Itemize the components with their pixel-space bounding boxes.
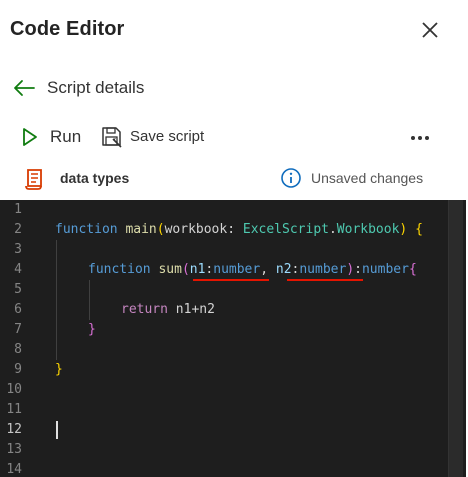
line-number: 10 [6, 382, 22, 397]
code-line: 8 [0, 340, 448, 360]
back-button[interactable]: Script details [0, 72, 300, 104]
code-line: 14 [0, 460, 448, 477]
play-icon [23, 128, 37, 146]
more-options-button[interactable] [406, 124, 434, 150]
save-script-button[interactable]: Save script [98, 124, 218, 150]
code-text: function main(workbook: ExcelScript.Work… [55, 222, 423, 237]
line-number: 6 [14, 302, 22, 317]
close-icon [422, 22, 438, 38]
code-line: 2 function main(workbook: ExcelScript.Wo… [0, 220, 448, 240]
code-line: 9 } [0, 360, 448, 380]
code-line: 7 } [0, 320, 448, 340]
code-line: 4 function sum(n1:number, n2:number):num… [0, 260, 448, 281]
save-icon [102, 127, 122, 148]
more-icon [411, 136, 429, 140]
line-number: 5 [14, 282, 22, 297]
code-editor[interactable]: 1 2 function main(workbook: ExcelScript.… [0, 200, 466, 477]
arrow-left-icon [14, 80, 35, 96]
line-number: 4 [14, 262, 22, 277]
script-icon [25, 169, 42, 190]
unsaved-status: Unsaved changes [311, 170, 424, 186]
code-line: 5 [0, 280, 448, 300]
line-number: 13 [6, 442, 22, 457]
page-title: Code Editor [10, 18, 125, 40]
save-script-label: Save script [130, 128, 205, 145]
info-icon [281, 168, 301, 188]
script-info: data types Unsaved changes [0, 164, 468, 194]
code-line: 3 [0, 240, 448, 260]
line-number: 3 [14, 242, 22, 257]
run-button[interactable]: Run [18, 124, 88, 150]
line-number: 12 [6, 422, 22, 437]
code-text: return n1+n2 [121, 302, 215, 317]
code-line: 1 [0, 200, 448, 220]
text-cursor [56, 421, 58, 439]
code-text: function sum(n1:number, n2:number):numbe… [88, 262, 417, 277]
line-number: 1 [14, 202, 22, 217]
code-line: 10 [0, 380, 448, 400]
code-line: 11 [0, 400, 448, 420]
toolbar: Run Save script [0, 120, 468, 152]
line-number: 9 [14, 362, 22, 377]
header: Code Editor [0, 0, 468, 62]
run-label: Run [50, 127, 82, 146]
script-name: data types [60, 170, 130, 186]
line-number: 8 [14, 342, 22, 357]
code-text: } [88, 322, 96, 337]
close-button[interactable] [418, 18, 442, 42]
back-label: Script details [47, 78, 145, 97]
code-text: } [55, 362, 63, 377]
code-line-active: 12 [0, 420, 448, 440]
editor-scrollbar[interactable] [448, 200, 463, 477]
line-number: 2 [14, 222, 22, 237]
line-number: 11 [6, 402, 22, 417]
line-number: 7 [14, 322, 22, 337]
code-line: 6 return n1+n2 [0, 300, 448, 320]
code-line: 13 [0, 440, 448, 460]
line-number: 14 [6, 462, 22, 477]
